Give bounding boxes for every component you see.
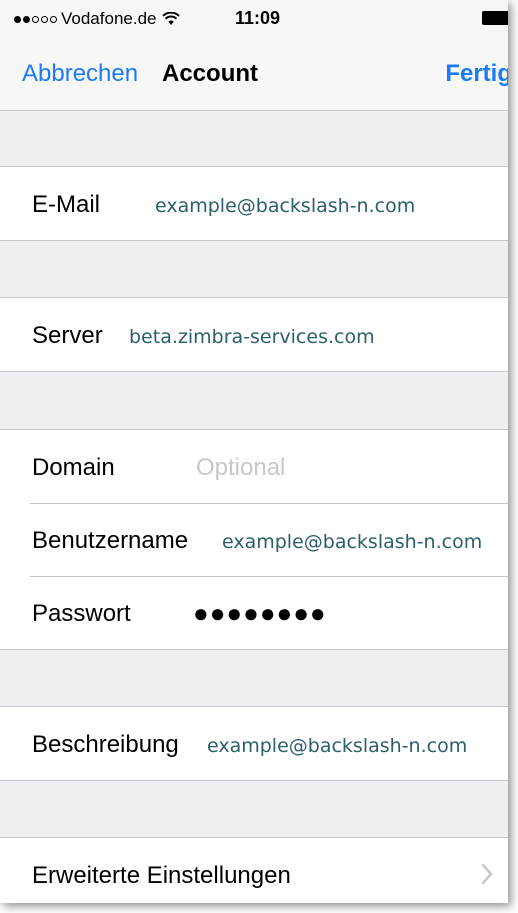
server-group: Server beta.zimbra-services.com [0, 297, 508, 372]
signal-dot [14, 15, 21, 23]
carrier-name: Vodafone.de [61, 9, 157, 28]
server-row[interactable]: Server beta.zimbra-services.com [0, 298, 508, 371]
credentials-group: Domain Optional Benutzername example@bac… [0, 429, 508, 650]
advanced-group: Erweiterte Einstellungen [0, 837, 508, 903]
password-label: Passwort [32, 600, 131, 627]
status-left: Vodafone.de [14, 9, 181, 29]
email-field[interactable]: example@backslash-n.com [155, 195, 415, 217]
description-label: Beschreibung [32, 731, 179, 758]
description-group: Beschreibung example@backslash-n.com [0, 706, 508, 781]
server-field[interactable]: beta.zimbra-services.com [129, 326, 375, 348]
password-field[interactable]: ●●●●●●●● [193, 598, 327, 629]
signal-dot [32, 15, 39, 23]
description-row[interactable]: Beschreibung example@backslash-n.com [0, 707, 508, 780]
email-label: E-Mail [32, 191, 101, 218]
domain-field[interactable]: Optional [196, 454, 285, 482]
wifi-icon [162, 12, 181, 25]
page-title: Account [162, 60, 258, 87]
username-row[interactable]: Benutzername example@backslash-n.com [0, 503, 508, 576]
battery-icon [482, 11, 508, 25]
status-bar: Vodafone.de 11:09 [0, 0, 508, 36]
advanced-settings-label: Erweiterte Einstellungen [32, 862, 291, 889]
domain-row[interactable]: Domain Optional [0, 430, 508, 503]
signal-dot [50, 15, 57, 23]
chevron-right-icon [481, 863, 493, 885]
signal-dot [41, 15, 48, 23]
username-field[interactable]: example@backslash-n.com [222, 531, 482, 553]
email-group: E-Mail example@backslash-n.com [0, 166, 508, 241]
done-button[interactable]: Fertig [445, 60, 508, 88]
signal-dot [23, 15, 30, 23]
email-row[interactable]: E-Mail example@backslash-n.com [0, 167, 508, 240]
navigation-bar: Abbrechen Account Fertig [0, 36, 508, 111]
advanced-settings-row[interactable]: Erweiterte Einstellungen [0, 838, 508, 903]
signal-strength-icon [14, 15, 57, 23]
server-label: Server [32, 322, 103, 349]
password-row[interactable]: Passwort ●●●●●●●● [0, 576, 508, 649]
phone-screen: Vodafone.de 11:09 Abbrechen Account Fert… [0, 0, 508, 903]
clock: 11:09 [235, 8, 281, 28]
domain-label: Domain [32, 454, 115, 481]
description-field[interactable]: example@backslash-n.com [207, 735, 467, 757]
username-label: Benutzername [32, 527, 189, 554]
